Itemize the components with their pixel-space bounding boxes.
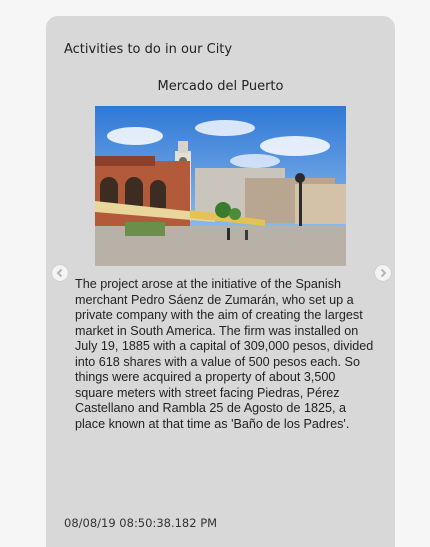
chevron-right-icon [380,268,387,278]
carousel-next-button[interactable] [375,265,391,281]
message-timestamp: 08/08/19 08:50:38.182 PM [64,516,218,530]
carousel-prev-button[interactable] [52,265,68,281]
slide-description: The project arose at the initiative of t… [75,277,374,431]
slide-title: Mercado del Puerto [157,79,284,94]
card-title: Activities to do in our City [64,42,233,57]
chat-message-bubble: Activities to do in our City Mercado del… [46,16,395,547]
chevron-left-icon [56,268,63,278]
slide-photo [95,106,346,266]
